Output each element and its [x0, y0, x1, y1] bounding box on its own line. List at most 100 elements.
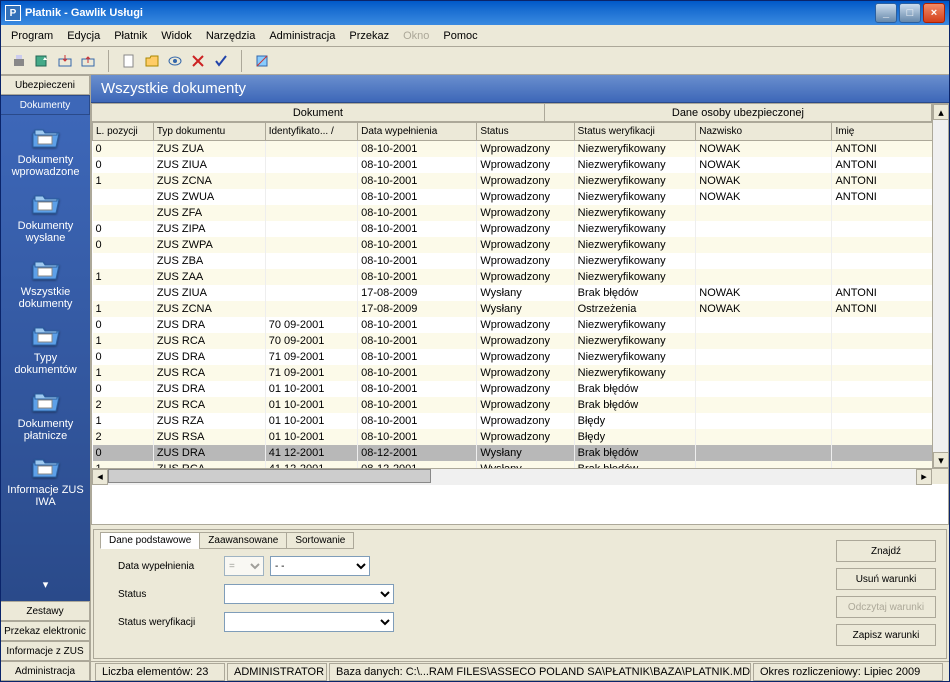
- table-row[interactable]: 1ZUS ZCNA08-10-2001WprowadzonyNiezweryfi…: [93, 173, 933, 189]
- table-row[interactable]: 1ZUS RCA70 09-200108-10-2001WprowadzonyN…: [93, 333, 933, 349]
- vertical-scrollbar[interactable]: ▴ ▾: [932, 104, 948, 468]
- col-header-4[interactable]: Status: [477, 123, 574, 141]
- table-row[interactable]: 0ZUS ZIUA08-10-2001WprowadzonyNiezweryfi…: [93, 157, 933, 173]
- check-icon[interactable]: [211, 51, 231, 71]
- menu-program[interactable]: Program: [5, 28, 59, 44]
- table-cell: 08-10-2001: [358, 253, 477, 269]
- table-cell: NOWAK: [696, 157, 832, 173]
- view-icon[interactable]: [165, 51, 185, 71]
- nav-label: Informacje ZUS IWA: [6, 484, 86, 508]
- scroll-up-arrow[interactable]: ▴: [933, 104, 949, 120]
- table-cell: ANTONI: [832, 157, 932, 173]
- filter-tab-1[interactable]: Zaawansowane: [199, 532, 287, 549]
- left-tab-informacje-z-zus[interactable]: Informacje z ZUS: [1, 641, 90, 661]
- left-tab-przekaz-elektronic[interactable]: Przekaz elektronic: [1, 621, 90, 641]
- table-cell: [832, 349, 932, 365]
- find-button[interactable]: Znajdź: [836, 540, 936, 562]
- table-row[interactable]: 1ZUS ZAA08-10-2001WprowadzonyNiezweryfik…: [93, 269, 933, 285]
- nav-item-5[interactable]: Informacje ZUS IWA: [6, 451, 86, 511]
- table-row[interactable]: ZUS ZIUA17-08-2009WysłanyBrak błędówNOWA…: [93, 285, 933, 301]
- table-cell: Wprowadzony: [477, 413, 574, 429]
- delete-icon[interactable]: [188, 51, 208, 71]
- clear-filters-button[interactable]: Usuń warunki: [836, 568, 936, 590]
- col-header-2[interactable]: Identyfikato... /: [265, 123, 357, 141]
- table-row[interactable]: ZUS ZBA08-10-2001WprowadzonyNiezweryfiko…: [93, 253, 933, 269]
- table-cell: [265, 237, 357, 253]
- table-row[interactable]: 1ZUS RCA41 12-200108-12-2001WysłanyBrak …: [93, 461, 933, 469]
- export-icon[interactable]: [32, 51, 52, 71]
- close-button[interactable]: ×: [923, 3, 945, 23]
- left-tab-administracja[interactable]: Administracja: [1, 661, 90, 681]
- table-cell: [265, 189, 357, 205]
- table-row[interactable]: 0ZUS ZUA08-10-2001WprowadzonyNiezweryfik…: [93, 141, 933, 157]
- menu-narzędzia[interactable]: Narzędzia: [200, 28, 262, 44]
- table-cell: 08-10-2001: [358, 333, 477, 349]
- col-header-7[interactable]: Imię: [832, 123, 932, 141]
- filter-date-value[interactable]: - -: [270, 556, 370, 576]
- filter-status-value[interactable]: [224, 584, 394, 604]
- menu-edycja[interactable]: Edycja: [61, 28, 106, 44]
- folder-icon: [30, 190, 62, 218]
- col-header-6[interactable]: Nazwisko: [696, 123, 832, 141]
- nav-scroll-down-icon[interactable]: ▾: [39, 574, 53, 595]
- menu-pomoc[interactable]: Pomoc: [437, 28, 483, 44]
- horizontal-scrollbar[interactable]: ◂ ▸: [92, 468, 948, 484]
- maximize-button[interactable]: □: [899, 3, 921, 23]
- nav-item-3[interactable]: Typy dokumentów: [6, 319, 86, 379]
- filter-verif-value[interactable]: [224, 612, 394, 632]
- nav-item-4[interactable]: Dokumenty płatnicze: [6, 385, 86, 445]
- menu-administracja[interactable]: Administracja: [263, 28, 341, 44]
- col-header-1[interactable]: Typ dokumentu: [153, 123, 265, 141]
- menu-płatnik[interactable]: Płatnik: [108, 28, 153, 44]
- table-row[interactable]: 1ZUS ZCNA17-08-2009WysłanyOstrzeżeniaNOW…: [93, 301, 933, 317]
- scroll-left-arrow[interactable]: ◂: [92, 469, 108, 485]
- col-header-0[interactable]: L. pozycji: [93, 123, 154, 141]
- table-row[interactable]: ZUS ZFA08-10-2001WprowadzonyNiezweryfiko…: [93, 205, 933, 221]
- table-row[interactable]: ZUS ZWUA08-10-2001WprowadzonyNiezweryfik…: [93, 189, 933, 205]
- save-filters-button[interactable]: Zapisz warunki: [836, 624, 936, 646]
- filter-tab-2[interactable]: Sortowanie: [286, 532, 354, 549]
- print-icon[interactable]: [9, 51, 29, 71]
- scroll-thumb[interactable]: [108, 469, 431, 483]
- table-row[interactable]: 0ZUS DRA01 10-200108-10-2001WprowadzonyB…: [93, 381, 933, 397]
- scroll-down-arrow[interactable]: ▾: [933, 452, 949, 468]
- table-cell: [832, 221, 932, 237]
- table-cell: ZUS DRA: [153, 349, 265, 365]
- table-cell: [265, 269, 357, 285]
- filter-date-op[interactable]: =: [224, 556, 264, 576]
- in-icon[interactable]: [55, 51, 75, 71]
- table-row[interactable]: 2ZUS RSA01 10-200108-10-2001WprowadzonyB…: [93, 429, 933, 445]
- table-cell: ANTONI: [832, 285, 932, 301]
- table-cell: 08-10-2001: [358, 429, 477, 445]
- new-doc-icon[interactable]: [119, 51, 139, 71]
- table-row[interactable]: 0ZUS DRA41 12-200108-12-2001WysłanyBrak …: [93, 445, 933, 461]
- nav-item-1[interactable]: Dokumenty wysłane: [6, 187, 86, 247]
- minimize-button[interactable]: _: [875, 3, 897, 23]
- col-header-5[interactable]: Status weryfikacji: [574, 123, 696, 141]
- table-row[interactable]: 0ZUS DRA70 09-200108-10-2001WprowadzonyN…: [93, 317, 933, 333]
- wizard-icon[interactable]: [252, 51, 272, 71]
- table-row[interactable]: 0ZUS DRA71 09-200108-10-2001WprowadzonyN…: [93, 349, 933, 365]
- nav-item-2[interactable]: Wszystkie dokumenty: [6, 253, 86, 313]
- left-tab-ubezpieczeni[interactable]: Ubezpieczeni: [1, 75, 90, 95]
- left-tab-dokumenty[interactable]: Dokumenty: [1, 95, 90, 115]
- nav-item-0[interactable]: Dokumenty wprowadzone: [6, 121, 86, 181]
- table-row[interactable]: 0ZUS ZWPA08-10-2001WprowadzonyNiezweryfi…: [93, 237, 933, 253]
- table-cell: Wprowadzony: [477, 365, 574, 381]
- col-header-3[interactable]: Data wypełnienia: [358, 123, 477, 141]
- table-row[interactable]: 1ZUS RCA71 09-200108-10-2001WprowadzonyN…: [93, 365, 933, 381]
- table-row[interactable]: 1ZUS RZA01 10-200108-10-2001WprowadzonyB…: [93, 413, 933, 429]
- table-cell: Niezweryfikowany: [574, 189, 696, 205]
- open-icon[interactable]: [142, 51, 162, 71]
- table-row[interactable]: 0ZUS ZIPA08-10-2001WprowadzonyNiezweryfi…: [93, 221, 933, 237]
- table-row[interactable]: 2ZUS RCA01 10-200108-10-2001WprowadzonyB…: [93, 397, 933, 413]
- left-tab-zestawy[interactable]: Zestawy: [1, 601, 90, 621]
- menu-widok[interactable]: Widok: [155, 28, 198, 44]
- table-cell: [265, 141, 357, 157]
- table-cell: Brak błędów: [574, 381, 696, 397]
- scroll-right-arrow[interactable]: ▸: [916, 469, 932, 485]
- table-cell: [832, 413, 932, 429]
- out-icon[interactable]: [78, 51, 98, 71]
- filter-tab-0[interactable]: Dane podstawowe: [100, 532, 200, 549]
- menu-przekaz[interactable]: Przekaz: [343, 28, 395, 44]
